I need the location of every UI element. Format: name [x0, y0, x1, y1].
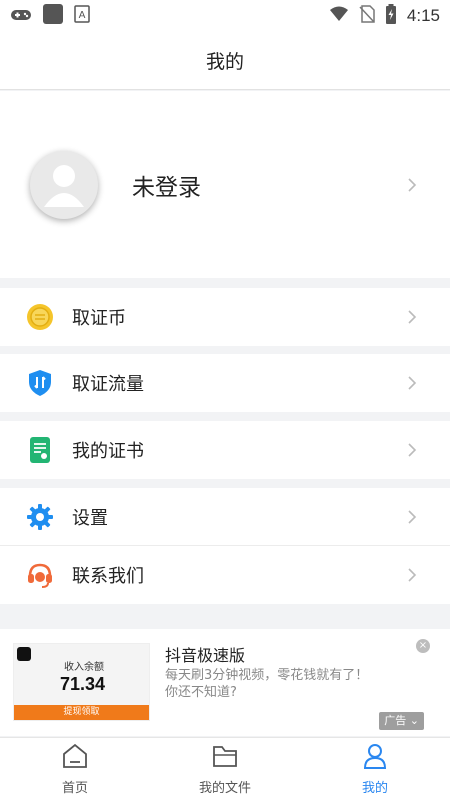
ad-thumb-caption: 收入余额 [64, 662, 104, 673]
nav-label: 首页 [61, 780, 88, 796]
nav-label: 我的 [361, 780, 388, 796]
folder-icon [211, 743, 239, 773]
ad-description: 每天刷3分钟视频，零花钱就有了！你还不知道? [165, 668, 369, 700]
avatar[interactable] [30, 150, 98, 219]
status-time: 4:15 [406, 6, 440, 25]
ad-thumb-button: 提现领取 [14, 705, 149, 720]
user-icon [363, 743, 387, 773]
menu-item-coin[interactable]: 取证币 [0, 288, 450, 346]
chevron-right-icon [408, 310, 417, 324]
ad-badge-label: 广告 [384, 714, 407, 727]
svg-text:A: A [79, 10, 86, 21]
ad-badge: 广告 ⌄ [379, 712, 424, 730]
app-square-icon [42, 3, 64, 29]
keyboard-a-icon: A [74, 5, 90, 27]
menu-item-label: 取证流量 [72, 374, 144, 395]
headset-icon [26, 561, 54, 589]
bottom-nav: 首页 我的文件 我的 [0, 737, 450, 800]
chevron-right-icon [408, 510, 417, 524]
ad-thumbnail[interactable]: 收入余额 71.34 提现领取 [13, 643, 150, 721]
chevron-right-icon [408, 376, 417, 390]
status-bar: A 4:15 [0, 0, 450, 32]
gamepad-icon [10, 7, 32, 26]
menu-item-label: 设置 [72, 508, 108, 529]
app-header: 我的 [0, 32, 450, 90]
menu-item-settings[interactable]: 设置 [0, 488, 450, 546]
certificate-icon [26, 436, 54, 464]
chevron-right-icon [408, 177, 417, 192]
page-title: 我的 [205, 51, 244, 73]
user-avatar-icon [36, 155, 92, 215]
home-icon [61, 743, 89, 773]
profile-name: 未登录 [132, 174, 201, 201]
nav-label: 我的文件 [198, 780, 251, 796]
settings-gear-icon [26, 503, 54, 531]
no-sim-icon [359, 5, 375, 27]
nav-mine[interactable]: 我的 [300, 738, 450, 800]
battery-charging-icon [385, 4, 397, 28]
menu-item-label: 我的证书 [72, 441, 144, 462]
ad-title: 抖音极速版 [165, 646, 246, 665]
shield-traffic-icon [26, 369, 54, 397]
menu-item-contact[interactable]: 联系我们 [0, 546, 450, 604]
close-icon[interactable]: × [416, 639, 430, 653]
ad-banner[interactable]: 收入余额 71.34 提现领取 抖音极速版 每天刷3分钟视频，零花钱就有了！你还… [0, 629, 450, 736]
chevron-right-icon [408, 568, 417, 582]
menu-item-traffic[interactable]: 取证流量 [0, 354, 450, 412]
nav-home[interactable]: 首页 [0, 738, 150, 800]
coin-icon [26, 303, 54, 331]
chevron-right-icon [408, 443, 417, 457]
nav-my-files[interactable]: 我的文件 [150, 738, 300, 800]
ad-thumb-amount: 71.34 [60, 674, 106, 694]
douyin-logo-icon [17, 647, 31, 661]
menu-item-label: 联系我们 [72, 566, 144, 587]
wifi-icon [329, 6, 349, 26]
menu-item-certificate[interactable]: 我的证书 [0, 421, 450, 479]
profile-login-row[interactable]: 未登录 [0, 91, 450, 278]
menu-item-label: 取证币 [72, 308, 126, 329]
